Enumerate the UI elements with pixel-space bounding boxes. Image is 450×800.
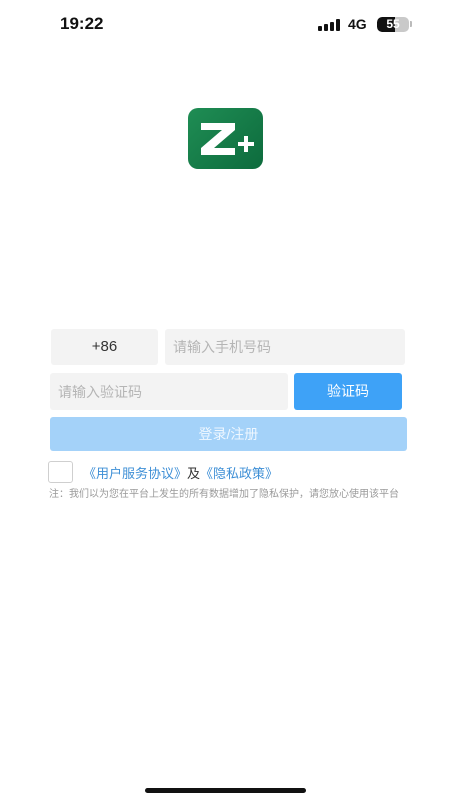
agreement-and: 及 (187, 466, 201, 481)
app-logo-icon (188, 108, 263, 169)
phone-field (165, 329, 405, 365)
home-indicator[interactable] (145, 788, 306, 793)
phone-input[interactable] (165, 329, 405, 365)
status-bar: 19:22 4G 55 (0, 0, 450, 48)
privacy-notice: 注：我们以为您在平台上发生的所有数据增加了隐私保护，请您放心使用该平台 (49, 489, 399, 500)
code-field (50, 373, 288, 410)
country-code-selector[interactable]: +86 (51, 329, 158, 365)
battery-level: 55 (386, 17, 400, 31)
network-type: 4G (348, 16, 367, 32)
status-time: 19:22 (60, 14, 104, 33)
user-agreement-link[interactable]: 《用户服务协议》 (83, 466, 187, 481)
verification-code-input[interactable] (50, 373, 288, 410)
agreement-text: 《用户服务协议》及《隐私政策》 (83, 463, 278, 482)
login-register-button[interactable]: 登录/注册 (50, 417, 407, 451)
battery-cap (410, 21, 412, 27)
privacy-policy-link[interactable]: 《隐私政策》 (200, 466, 278, 481)
battery-icon: 55 (377, 17, 409, 32)
get-code-button[interactable]: 验证码 (294, 373, 402, 410)
agreement-row: 《用户服务协议》及《隐私政策》 (48, 461, 408, 483)
signal-strength-icon (318, 19, 340, 31)
agreement-checkbox[interactable] (48, 461, 73, 483)
